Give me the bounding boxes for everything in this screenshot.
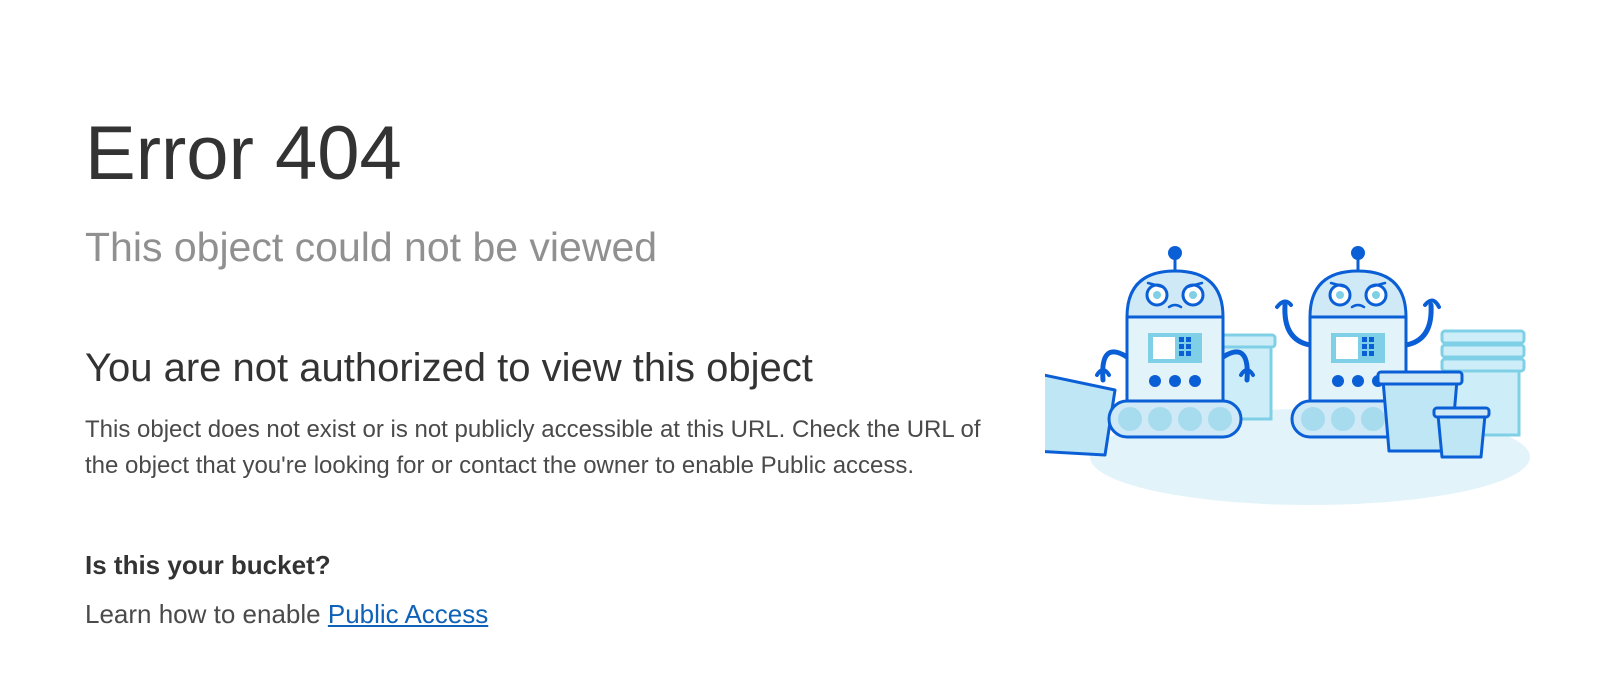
learn-public-access-line: Learn how to enable Public Access [85, 596, 995, 632]
learn-prefix-text: Learn how to enable [85, 599, 328, 629]
error-title: Error 404 [85, 111, 402, 196]
error-description: This object does not exist or is not pub… [85, 416, 981, 479]
robots-with-buckets-illustration [1011, 245, 1575, 525]
public-access-link[interactable]: Public Access [328, 599, 488, 629]
bucket-question-heading: Is this your bucket? [85, 550, 331, 580]
error-subtitle: This object could not be viewed [85, 224, 658, 270]
error-content: Error 404 This object could not be viewe… [85, 108, 995, 632]
front-bucket-small-icon [1432, 406, 1491, 459]
not-authorized-heading: You are not authorized to view this obje… [85, 346, 813, 390]
